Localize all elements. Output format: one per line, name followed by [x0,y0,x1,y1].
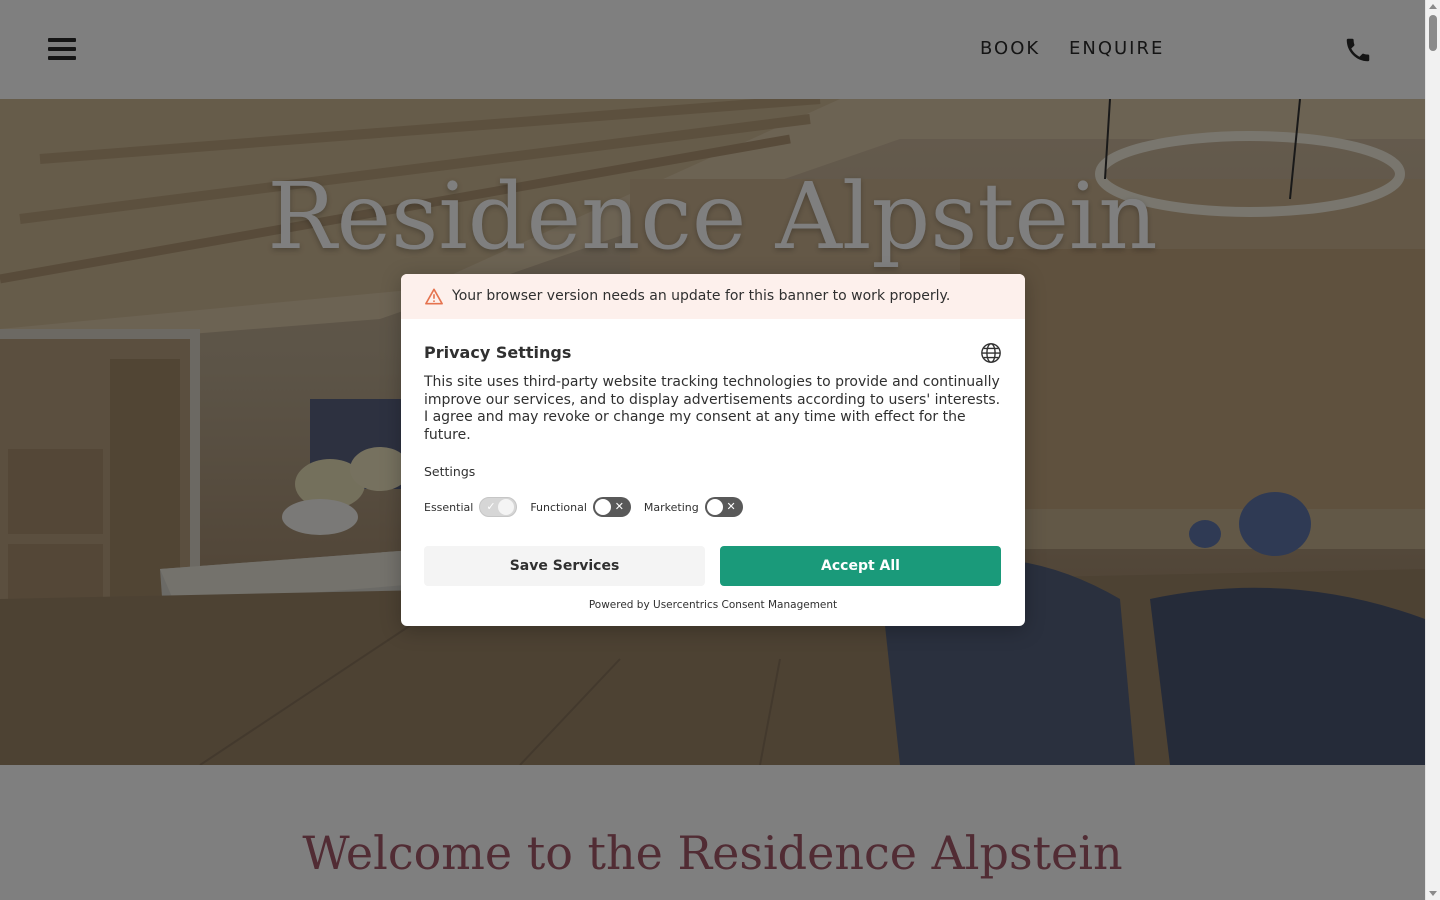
save-services-button[interactable]: Save Services [424,546,705,586]
page: BOOK ENQUIRE [0,0,1425,900]
settings-label: Settings [424,464,476,479]
close-x-icon: ✕ [614,500,624,513]
dialog-title: Privacy Settings [424,343,572,362]
toggle-label-functional: Functional [530,500,587,514]
warning-text: Your browser version needs an update for… [452,288,951,304]
essential-toggle: ✓ [479,497,518,517]
scrollbar-thumb[interactable] [1429,15,1437,51]
toggle-label-marketing: Marketing [643,500,699,514]
page-scrollbar[interactable] [1425,0,1440,900]
dialog-description: This site uses third-party website track… [424,374,1001,443]
scroll-up-arrow-icon[interactable] [1429,4,1437,9]
close-x-icon: ✕ [726,500,736,513]
globe-language-icon[interactable] [980,342,1002,364]
marketing-toggle[interactable]: ✕ [704,497,743,517]
scroll-down-arrow-icon[interactable] [1429,891,1437,896]
privacy-settings-dialog: Your browser version needs an update for… [401,274,1025,626]
functional-toggle[interactable]: ✕ [592,497,631,517]
checkmark-icon: ✓ [486,500,496,513]
toggle-label-essential: Essential [424,500,474,514]
warning-icon [425,288,443,305]
consent-toggles: Essential ✓ Functional ✕ Marketing ✕ [424,497,756,517]
accept-all-button[interactable]: Accept All [720,546,1001,586]
browser-warning-bar: Your browser version needs an update for… [401,274,1025,319]
powered-by-text: Powered by Usercentrics Consent Manageme… [588,599,838,611]
